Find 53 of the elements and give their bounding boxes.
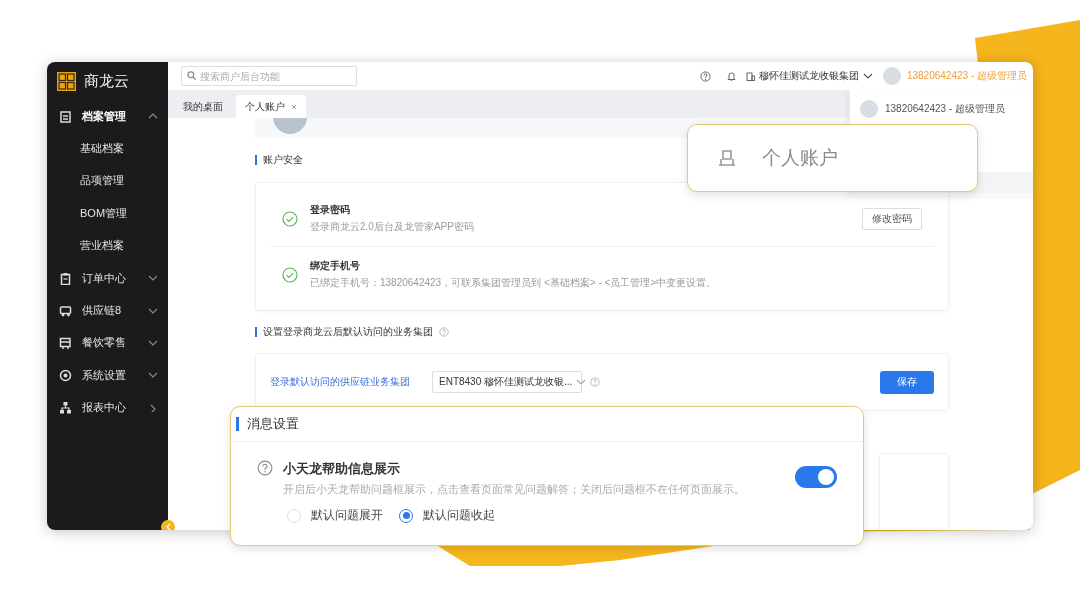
section-title: 账户安全 xyxy=(263,153,303,167)
close-icon[interactable] xyxy=(291,103,297,110)
brand-name: 商龙云 xyxy=(84,71,129,91)
avatar xyxy=(882,67,901,85)
help-icon[interactable] xyxy=(699,70,711,82)
radio-option[interactable]: 默认问题收起 xyxy=(399,507,495,524)
bell-icon[interactable] xyxy=(726,71,736,81)
sidebar-subitem[interactable]: 营业档案 xyxy=(47,229,168,262)
search-field[interactable]: 搜索商户后台功能 xyxy=(181,66,357,86)
sidebar-subitem[interactable]: 品项管理 xyxy=(47,164,168,198)
building-icon xyxy=(745,71,755,81)
setting-description: 已绑定手机号：13820642423，可联系集团管理员到 <基础档案> - <员工管理>中变更设置。 xyxy=(310,276,718,290)
field-label: 登录默认访问的供应链业务集团 xyxy=(270,375,410,389)
help-icon xyxy=(257,460,273,476)
tab[interactable]: 个人账户 xyxy=(236,95,306,118)
chevron-icon xyxy=(576,378,587,386)
toggle-switch[interactable] xyxy=(795,466,837,488)
archive-icon xyxy=(59,109,72,123)
gear-icon xyxy=(59,368,72,382)
collapse-button[interactable] xyxy=(161,520,175,530)
clipboard-icon xyxy=(59,271,72,285)
hierarchy-icon xyxy=(59,401,72,415)
setting-description: 开启后小天龙帮助问题框展示，点击查看页面常见问题解答；关闭后问题框不在任何页面展示。 xyxy=(283,482,746,497)
sidebar-item[interactable]: 订单中心 xyxy=(47,261,168,295)
tab[interactable]: 我的桌面 xyxy=(174,95,232,118)
section-title: 消息设置 xyxy=(247,415,299,433)
sidebar-item[interactable]: 档案管理 xyxy=(47,100,168,133)
truck-icon xyxy=(59,304,72,318)
organization-switcher[interactable]: 穆怀佳测试龙收银集团 xyxy=(745,69,873,83)
user-name: 13820642423 - 超级管理员 xyxy=(885,102,1006,116)
setting-description: 登录商龙云2.0后台及龙管家APP密码 xyxy=(310,220,475,234)
chevron-icon xyxy=(862,72,873,80)
setting-title: 登录密码 xyxy=(310,203,351,217)
sidebar-item[interactable]: 系统设置 xyxy=(47,359,168,392)
sidebar-item[interactable]: 餐饮零售 xyxy=(47,326,168,360)
setting-title: 绑定手机号 xyxy=(310,259,361,273)
sidebar-subitem[interactable]: 基础档案 xyxy=(47,132,168,165)
help-icon xyxy=(590,377,600,387)
sidebar-subitem[interactable]: BOM管理 xyxy=(47,197,168,230)
logo-icon xyxy=(57,71,76,91)
menu-label: 个人账户 xyxy=(762,146,838,170)
avatar xyxy=(860,100,878,118)
sidebar-item[interactable]: 供应链8 xyxy=(47,294,168,327)
person-icon xyxy=(716,149,738,167)
help-icon xyxy=(439,327,449,337)
cart-icon xyxy=(59,336,72,350)
setting-title: 小天龙帮助信息展示 xyxy=(283,460,401,478)
chevron-icon xyxy=(165,523,171,530)
save-button[interactable]: 保存 xyxy=(880,370,934,394)
sidebar-item[interactable]: 报表中心 xyxy=(47,391,168,424)
radio-option[interactable]: 默认问题展开 xyxy=(287,507,383,524)
change-password-button[interactable]: 修改密码 xyxy=(862,207,922,230)
section-title: 设置登录商龙云后默认访问的业务集团 xyxy=(263,325,433,339)
